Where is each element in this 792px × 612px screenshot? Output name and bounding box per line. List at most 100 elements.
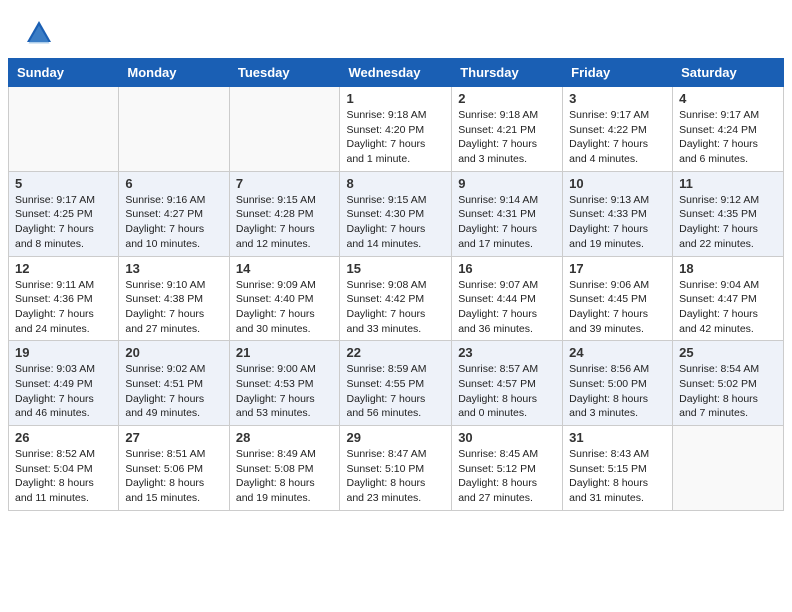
week-row-4: 26Sunrise: 8:52 AM Sunset: 5:04 PM Dayli… xyxy=(9,426,784,511)
day-number: 2 xyxy=(458,91,556,106)
day-number: 21 xyxy=(236,345,334,360)
day-info: Sunrise: 9:00 AM Sunset: 4:53 PM Dayligh… xyxy=(236,363,316,419)
day-cell: 2 Sunrise: 9:18 AM Sunset: 4:21 PM Daylig… xyxy=(452,87,563,172)
day-cell: 10 Sunrise: 9:13 AM Sunset: 4:33 PM Dayli… xyxy=(563,171,673,256)
day-number: 15 xyxy=(346,261,445,276)
day-info: Sunrise: 8:43 AM Sunset: 5:15 PM Dayligh… xyxy=(569,448,649,504)
day-number: 5 xyxy=(15,176,112,191)
weekday-header-sunday: Sunday xyxy=(9,59,119,87)
day-cell: 3 Sunrise: 9:17 AM Sunset: 4:22 PM Daylig… xyxy=(563,87,673,172)
day-number: 9 xyxy=(458,176,556,191)
day-info: Sunrise: 9:02 AM Sunset: 4:51 PM Dayligh… xyxy=(125,363,205,419)
weekday-header-row: SundayMondayTuesdayWednesdayThursdayFrid… xyxy=(9,59,784,87)
day-number: 11 xyxy=(679,176,777,191)
day-info: Sunrise: 8:59 AM Sunset: 4:55 PM Dayligh… xyxy=(346,363,426,419)
day-number: 18 xyxy=(679,261,777,276)
weekday-header-friday: Friday xyxy=(563,59,673,87)
day-info: Sunrise: 9:07 AM Sunset: 4:44 PM Dayligh… xyxy=(458,279,538,335)
day-info: Sunrise: 9:03 AM Sunset: 4:49 PM Dayligh… xyxy=(15,363,95,419)
day-cell: 5 Sunrise: 9:17 AM Sunset: 4:25 PM Daylig… xyxy=(9,171,119,256)
day-number: 7 xyxy=(236,176,334,191)
day-number: 1 xyxy=(346,91,445,106)
day-info: Sunrise: 9:18 AM Sunset: 4:20 PM Dayligh… xyxy=(346,109,426,165)
day-cell: 6 Sunrise: 9:16 AM Sunset: 4:27 PM Daylig… xyxy=(119,171,229,256)
day-info: Sunrise: 8:47 AM Sunset: 5:10 PM Dayligh… xyxy=(346,448,426,504)
weekday-header-monday: Monday xyxy=(119,59,229,87)
day-number: 10 xyxy=(569,176,666,191)
day-number: 24 xyxy=(569,345,666,360)
day-number: 19 xyxy=(15,345,112,360)
day-cell: 20 Sunrise: 9:02 AM Sunset: 4:51 PM Dayli… xyxy=(119,341,229,426)
day-cell: 9Sunrise: 9:14 AM Sunset: 4:31 PM Daylig… xyxy=(452,171,563,256)
day-cell: 12 Sunrise: 9:11 AM Sunset: 4:36 PM Dayli… xyxy=(9,256,119,341)
calendar-wrapper: SundayMondayTuesdayWednesdayThursdayFrid… xyxy=(0,58,792,519)
weekday-header-saturday: Saturday xyxy=(673,59,784,87)
day-info: Sunrise: 9:16 AM Sunset: 4:27 PM Dayligh… xyxy=(125,194,205,250)
day-cell: 1 Sunrise: 9:18 AM Sunset: 4:20 PM Daylig… xyxy=(340,87,452,172)
weekday-header-thursday: Thursday xyxy=(452,59,563,87)
day-info: Sunrise: 9:17 AM Sunset: 4:25 PM Dayligh… xyxy=(15,194,95,250)
logo-icon xyxy=(24,18,54,48)
day-number: 29 xyxy=(346,430,445,445)
day-number: 25 xyxy=(679,345,777,360)
day-info: Sunrise: 9:10 AM Sunset: 4:38 PM Dayligh… xyxy=(125,279,205,335)
day-info: Sunrise: 9:17 AM Sunset: 4:22 PM Dayligh… xyxy=(569,109,649,165)
day-cell: 24 Sunrise: 8:56 AM Sunset: 5:00 PM Dayli… xyxy=(563,341,673,426)
day-cell: 13 Sunrise: 9:10 AM Sunset: 4:38 PM Dayli… xyxy=(119,256,229,341)
day-number: 31 xyxy=(569,430,666,445)
day-cell: 25 Sunrise: 8:54 AM Sunset: 5:02 PM Dayli… xyxy=(673,341,784,426)
weekday-header-tuesday: Tuesday xyxy=(229,59,340,87)
day-info: Sunrise: 8:45 AM Sunset: 5:12 PM Dayligh… xyxy=(458,448,538,504)
day-info: Sunrise: 9:13 AM Sunset: 4:33 PM Dayligh… xyxy=(569,194,649,250)
day-info: Sunrise: 8:54 AM Sunset: 5:02 PM Dayligh… xyxy=(679,363,759,419)
day-cell: 11 Sunrise: 9:12 AM Sunset: 4:35 PM Dayli… xyxy=(673,171,784,256)
day-cell: 21 Sunrise: 9:00 AM Sunset: 4:53 PM Dayli… xyxy=(229,341,340,426)
day-number: 4 xyxy=(679,91,777,106)
day-info: Sunrise: 9:11 AM Sunset: 4:36 PM Dayligh… xyxy=(15,279,94,335)
day-cell: 23Sunrise: 8:57 AM Sunset: 4:57 PM Dayli… xyxy=(452,341,563,426)
day-cell: 18 Sunrise: 9:04 AM Sunset: 4:47 PM Dayli… xyxy=(673,256,784,341)
week-row-3: 19 Sunrise: 9:03 AM Sunset: 4:49 PM Dayli… xyxy=(9,341,784,426)
day-number: 13 xyxy=(125,261,222,276)
day-cell: 19 Sunrise: 9:03 AM Sunset: 4:49 PM Dayli… xyxy=(9,341,119,426)
week-row-0: 1 Sunrise: 9:18 AM Sunset: 4:20 PM Daylig… xyxy=(9,87,784,172)
day-info: Sunrise: 9:08 AM Sunset: 4:42 PM Dayligh… xyxy=(346,279,426,335)
day-cell xyxy=(673,426,784,511)
day-cell: 7 Sunrise: 9:15 AM Sunset: 4:28 PM Daylig… xyxy=(229,171,340,256)
day-number: 20 xyxy=(125,345,222,360)
day-number: 28 xyxy=(236,430,334,445)
day-number: 12 xyxy=(15,261,112,276)
logo xyxy=(24,18,58,48)
day-cell: 15 Sunrise: 9:08 AM Sunset: 4:42 PM Dayli… xyxy=(340,256,452,341)
day-number: 22 xyxy=(346,345,445,360)
day-info: Sunrise: 9:18 AM Sunset: 4:21 PM Dayligh… xyxy=(458,109,538,165)
day-info: Sunrise: 9:09 AM Sunset: 4:40 PM Dayligh… xyxy=(236,279,316,335)
day-cell: 26Sunrise: 8:52 AM Sunset: 5:04 PM Dayli… xyxy=(9,426,119,511)
day-info: Sunrise: 9:15 AM Sunset: 4:30 PM Dayligh… xyxy=(346,194,426,250)
day-info: Sunrise: 8:56 AM Sunset: 5:00 PM Dayligh… xyxy=(569,363,649,419)
day-cell: 29 Sunrise: 8:47 AM Sunset: 5:10 PM Dayli… xyxy=(340,426,452,511)
day-info: Sunrise: 9:17 AM Sunset: 4:24 PM Dayligh… xyxy=(679,109,759,165)
day-number: 3 xyxy=(569,91,666,106)
day-cell xyxy=(119,87,229,172)
day-cell: 30 Sunrise: 8:45 AM Sunset: 5:12 PM Dayli… xyxy=(452,426,563,511)
day-cell: 31 Sunrise: 8:43 AM Sunset: 5:15 PM Dayli… xyxy=(563,426,673,511)
day-info: Sunrise: 9:12 AM Sunset: 4:35 PM Dayligh… xyxy=(679,194,759,250)
day-info: Sunrise: 8:49 AM Sunset: 5:08 PM Dayligh… xyxy=(236,448,316,504)
header xyxy=(0,0,792,58)
day-info: Sunrise: 9:06 AM Sunset: 4:45 PM Dayligh… xyxy=(569,279,649,335)
day-cell: 28 Sunrise: 8:49 AM Sunset: 5:08 PM Dayli… xyxy=(229,426,340,511)
day-cell: 22 Sunrise: 8:59 AM Sunset: 4:55 PM Dayli… xyxy=(340,341,452,426)
weekday-header-wednesday: Wednesday xyxy=(340,59,452,87)
day-number: 30 xyxy=(458,430,556,445)
calendar-table: SundayMondayTuesdayWednesdayThursdayFrid… xyxy=(8,58,784,511)
day-number: 6 xyxy=(125,176,222,191)
day-info: Sunrise: 9:04 AM Sunset: 4:47 PM Dayligh… xyxy=(679,279,759,335)
day-cell: 16Sunrise: 9:07 AM Sunset: 4:44 PM Dayli… xyxy=(452,256,563,341)
day-info: Sunrise: 9:15 AM Sunset: 4:28 PM Dayligh… xyxy=(236,194,316,250)
day-number: 8 xyxy=(346,176,445,191)
day-cell: 4 Sunrise: 9:17 AM Sunset: 4:24 PM Daylig… xyxy=(673,87,784,172)
day-cell: 14Sunrise: 9:09 AM Sunset: 4:40 PM Dayli… xyxy=(229,256,340,341)
day-number: 17 xyxy=(569,261,666,276)
day-cell: 17 Sunrise: 9:06 AM Sunset: 4:45 PM Dayli… xyxy=(563,256,673,341)
